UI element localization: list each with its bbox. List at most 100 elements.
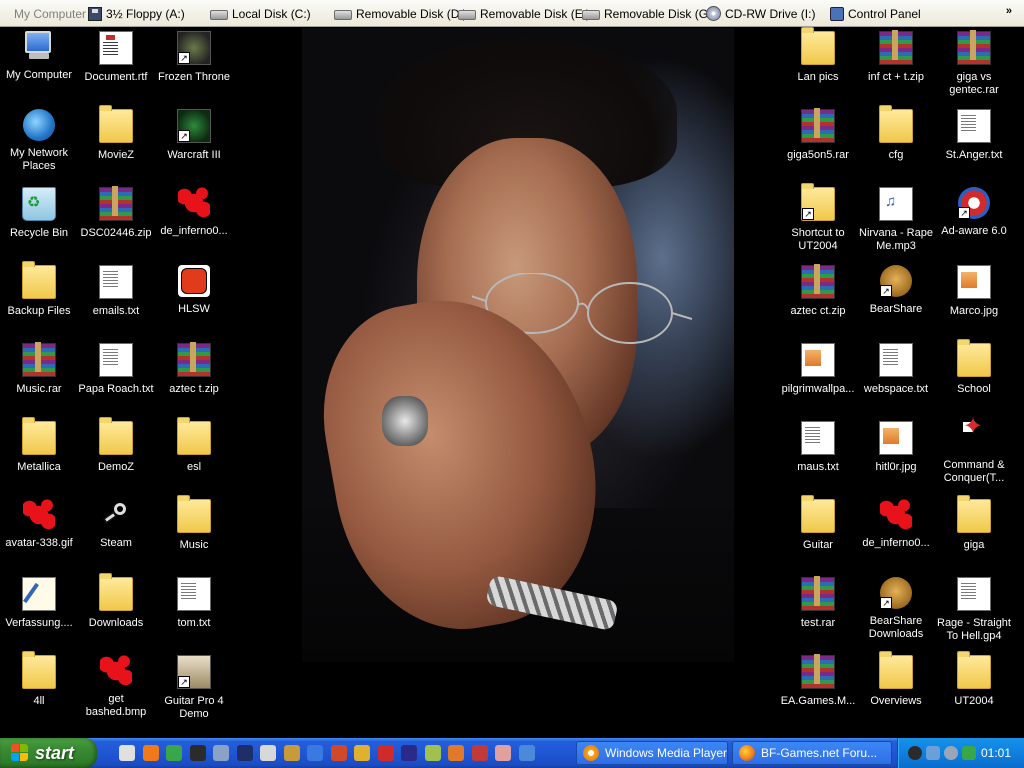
desktop-icon[interactable]: 4ll [0, 651, 78, 728]
desktop-icon[interactable]: Lan pics [779, 27, 857, 104]
desktop-icon-label: aztec ct.zip [790, 305, 846, 317]
desktop-icon[interactable]: Backup Files [0, 261, 78, 338]
desktop-icon[interactable]: Rage - Straight To Hell.gp4 [935, 574, 1013, 650]
desktop-icon[interactable]: de_inferno0... [857, 496, 935, 572]
toolbar-item-control-panel[interactable]: Control Panel [830, 4, 921, 23]
app-icon[interactable] [283, 745, 300, 761]
start-button[interactable]: start [0, 738, 97, 768]
firefox-icon[interactable] [142, 745, 159, 761]
desktop-icon[interactable]: aztec t.zip [155, 340, 233, 416]
desktop-icon[interactable]: Verfassung.... [0, 574, 78, 650]
app-icon[interactable] [424, 745, 441, 761]
desktop-icon-label: St.Anger.txt [945, 149, 1003, 161]
desktop-icon[interactable]: HLSW [155, 262, 233, 338]
desktop-icon[interactable]: giga [935, 495, 1013, 572]
toolbar-item-removable-disk-g[interactable]: Removable Disk (G:) [582, 4, 715, 23]
desktop-icon[interactable]: tom.txt [155, 574, 233, 650]
desktop-icon[interactable]: Papa Roach.txt [77, 340, 155, 416]
app-icon[interactable] [260, 745, 276, 761]
desktop-icon[interactable]: My Network Places [0, 106, 78, 182]
desktop-icon[interactable]: Music.rar [0, 340, 78, 416]
desktop-icon-label: giga5on5.rar [787, 149, 849, 161]
toolbar-item-floppy[interactable]: 3½ Floppy (A:) [88, 4, 185, 23]
desktop-icon[interactable]: UT2004 [935, 651, 1013, 728]
desktop-icon[interactable]: de_inferno0... [155, 184, 233, 260]
hlsw-icon [178, 265, 210, 297]
taskbar-button-media-player[interactable]: Windows Media Player [576, 741, 728, 765]
desktop-icon[interactable]: test.rar [779, 574, 857, 650]
desktop-icon[interactable]: Guitar [779, 495, 857, 572]
toolbar-item-local-disk-c[interactable]: Local Disk (C:) [210, 4, 311, 23]
desktop-icon[interactable]: Document.rtf [77, 28, 155, 104]
app-icon[interactable] [354, 745, 370, 761]
desktop-icon[interactable]: My Computer [0, 28, 78, 104]
steam-icon[interactable] [189, 745, 206, 761]
media-player-icon[interactable] [119, 745, 135, 761]
app-icon[interactable] [518, 745, 535, 761]
app-icon[interactable] [166, 745, 182, 761]
desktop-icon[interactable]: hitl0r.jpg [857, 418, 935, 494]
desktop-icon[interactable]: Recycle Bin [0, 184, 78, 260]
desktop-icon[interactable]: BearShare [857, 262, 935, 338]
desktop-icon[interactable]: webspace.txt [857, 340, 935, 416]
desktop-icon-label: emails.txt [92, 305, 140, 317]
desktop-icon[interactable]: Music [155, 495, 233, 572]
desktop-icon[interactable]: inf ct + t.zip [857, 28, 935, 104]
desktop-icon[interactable]: giga5on5.rar [779, 106, 857, 182]
desktop-icon[interactable]: Ad-aware 6.0 [935, 184, 1013, 260]
desktop-icon[interactable]: Marco.jpg [935, 262, 1013, 338]
app-icon[interactable] [213, 745, 229, 761]
toolbar-item-my-computer[interactable]: My Computer [14, 4, 86, 23]
app-icon[interactable] [495, 745, 511, 761]
desktop-icon-label: BearShare Downloads [868, 615, 924, 640]
desktop-icon[interactable]: DemoZ [77, 417, 155, 494]
desktop-icon[interactable]: MovieZ [77, 105, 155, 182]
desktop-icon[interactable]: cfg [857, 105, 935, 182]
toolbar-item-removable-disk-d[interactable]: Removable Disk (D:) [334, 4, 467, 23]
taskbar-button-firefox[interactable]: BF-Games.net Foru... [732, 741, 892, 765]
desktop-icon[interactable]: Warcraft III [155, 106, 233, 182]
desktop-icon[interactable]: get bashed.bmp [77, 652, 155, 728]
network-tray-icon[interactable] [926, 746, 940, 760]
desktop-icon[interactable]: avatar-338.gif [0, 496, 78, 572]
app-icon[interactable] [448, 745, 464, 761]
toolbar-item-removable-disk-e[interactable]: Removable Disk (E:) [458, 4, 590, 23]
steam-tray-icon[interactable] [908, 746, 922, 760]
desktop-icon[interactable]: St.Anger.txt [935, 106, 1013, 182]
desktop-icon[interactable]: Metallica [0, 417, 78, 494]
desktop-icon[interactable]: giga vs gentec.rar [935, 28, 1013, 104]
desktop-icon[interactable]: Command & Conquer(T... [935, 418, 1013, 494]
desktop-icon[interactable]: esl [155, 417, 233, 494]
desktop-icon[interactable]: Guitar Pro 4 Demo [155, 652, 233, 728]
toolbar-item-label: Control Panel [848, 6, 921, 21]
toolbar-overflow-chevron[interactable]: » [1006, 5, 1012, 17]
toolbar-item-cd-rw-drive[interactable]: CD-RW Drive (I:) [706, 4, 815, 23]
desktop-icon[interactable]: Frozen Throne [155, 28, 233, 104]
desktop-icon[interactable]: maus.txt [779, 418, 857, 494]
desktop-icon[interactable]: Overviews [857, 651, 935, 728]
folder-icon [957, 495, 991, 533]
desktop-icon[interactable]: Shortcut to UT2004 [779, 183, 857, 260]
antivirus-tray-icon[interactable] [962, 746, 976, 760]
desktop-icon[interactable]: BearShare Downloads [857, 574, 935, 650]
desktop-icon[interactable]: DSC02446.zip [77, 184, 155, 260]
desktop-icon[interactable]: pilgrimwallpa... [779, 340, 857, 416]
desktop-icon-label: Shortcut to UT2004 [791, 227, 845, 252]
winamp-icon[interactable] [236, 745, 253, 761]
desktop-icon[interactable]: School [935, 339, 1013, 416]
app-icon[interactable] [330, 745, 347, 761]
acrobat-icon[interactable] [377, 745, 394, 761]
volume-tray-icon[interactable] [944, 746, 958, 760]
desktop-icon-label: get bashed.bmp [85, 693, 147, 718]
desktop-icon[interactable]: aztec ct.zip [779, 262, 857, 338]
app-icon[interactable] [471, 745, 488, 761]
text-file-icon [879, 343, 913, 377]
desktop-icon[interactable]: EA.Games.M... [779, 652, 857, 728]
app-icon[interactable] [401, 745, 417, 761]
ie-icon[interactable] [307, 745, 323, 761]
desktop-icon[interactable]: Nirvana - Rape Me.mp3 [857, 184, 935, 260]
desktop-icon[interactable]: emails.txt [77, 262, 155, 338]
desktop-icon[interactable]: Downloads [77, 573, 155, 650]
desktop-icon-label: Music.rar [16, 383, 62, 395]
desktop-icon[interactable]: Steam [77, 496, 155, 572]
